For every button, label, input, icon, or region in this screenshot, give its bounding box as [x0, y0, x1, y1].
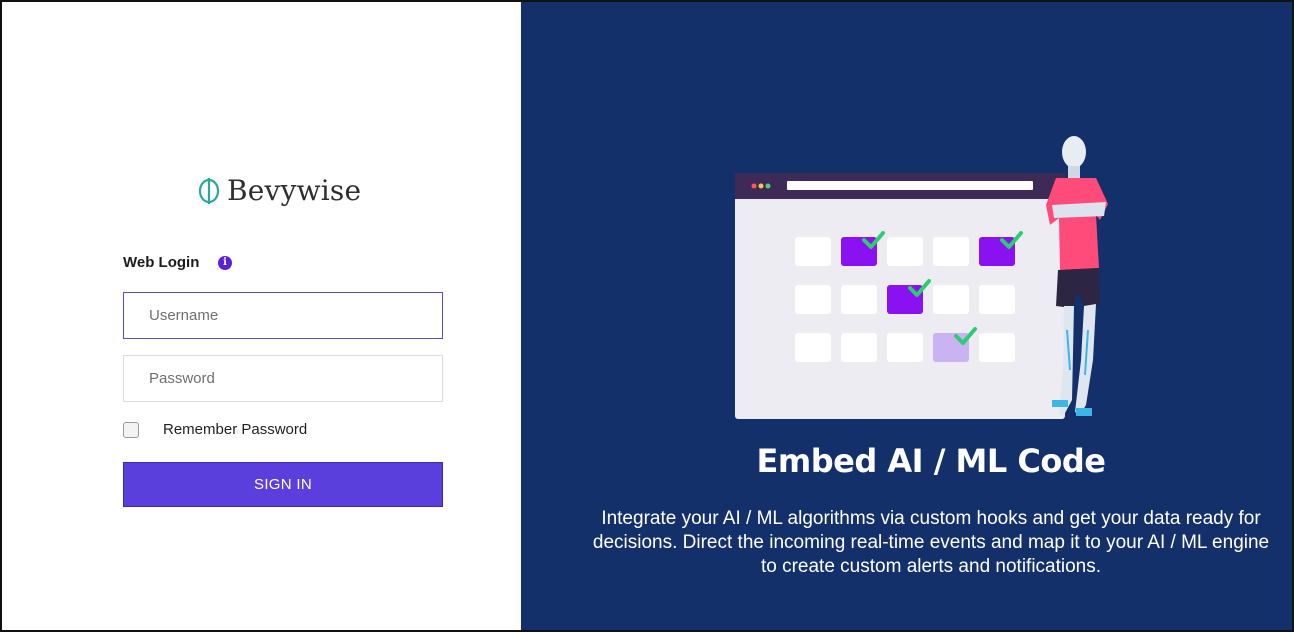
- info-icon[interactable]: i: [218, 256, 232, 270]
- remember-password-checkbox[interactable]: [123, 422, 139, 438]
- password-input[interactable]: [123, 355, 443, 402]
- bevywise-logo-icon: [198, 177, 220, 204]
- task-grid-graphic: [795, 237, 1015, 362]
- page-frame: Bevywise Web Login i Remember Password S…: [0, 0, 1294, 632]
- ai-ml-illustration: [735, 136, 1108, 419]
- promo-title: Embed AI / ML Code: [756, 442, 1106, 480]
- promo-panel: Embed AI / ML Code Integrate your AI / M…: [521, 2, 1292, 630]
- promo-description: Integrate your AI / ML algorithms via cu…: [592, 508, 1270, 577]
- brand-name: Bevywise: [227, 174, 362, 207]
- login-panel: Bevywise Web Login i Remember Password S…: [2, 2, 521, 630]
- username-input[interactable]: [123, 292, 443, 339]
- remember-password-label[interactable]: Remember Password: [163, 421, 307, 438]
- login-title: Web Login: [123, 254, 200, 271]
- sign-in-button[interactable]: SIGN IN: [123, 462, 443, 507]
- brand-logo: Bevywise: [197, 174, 361, 207]
